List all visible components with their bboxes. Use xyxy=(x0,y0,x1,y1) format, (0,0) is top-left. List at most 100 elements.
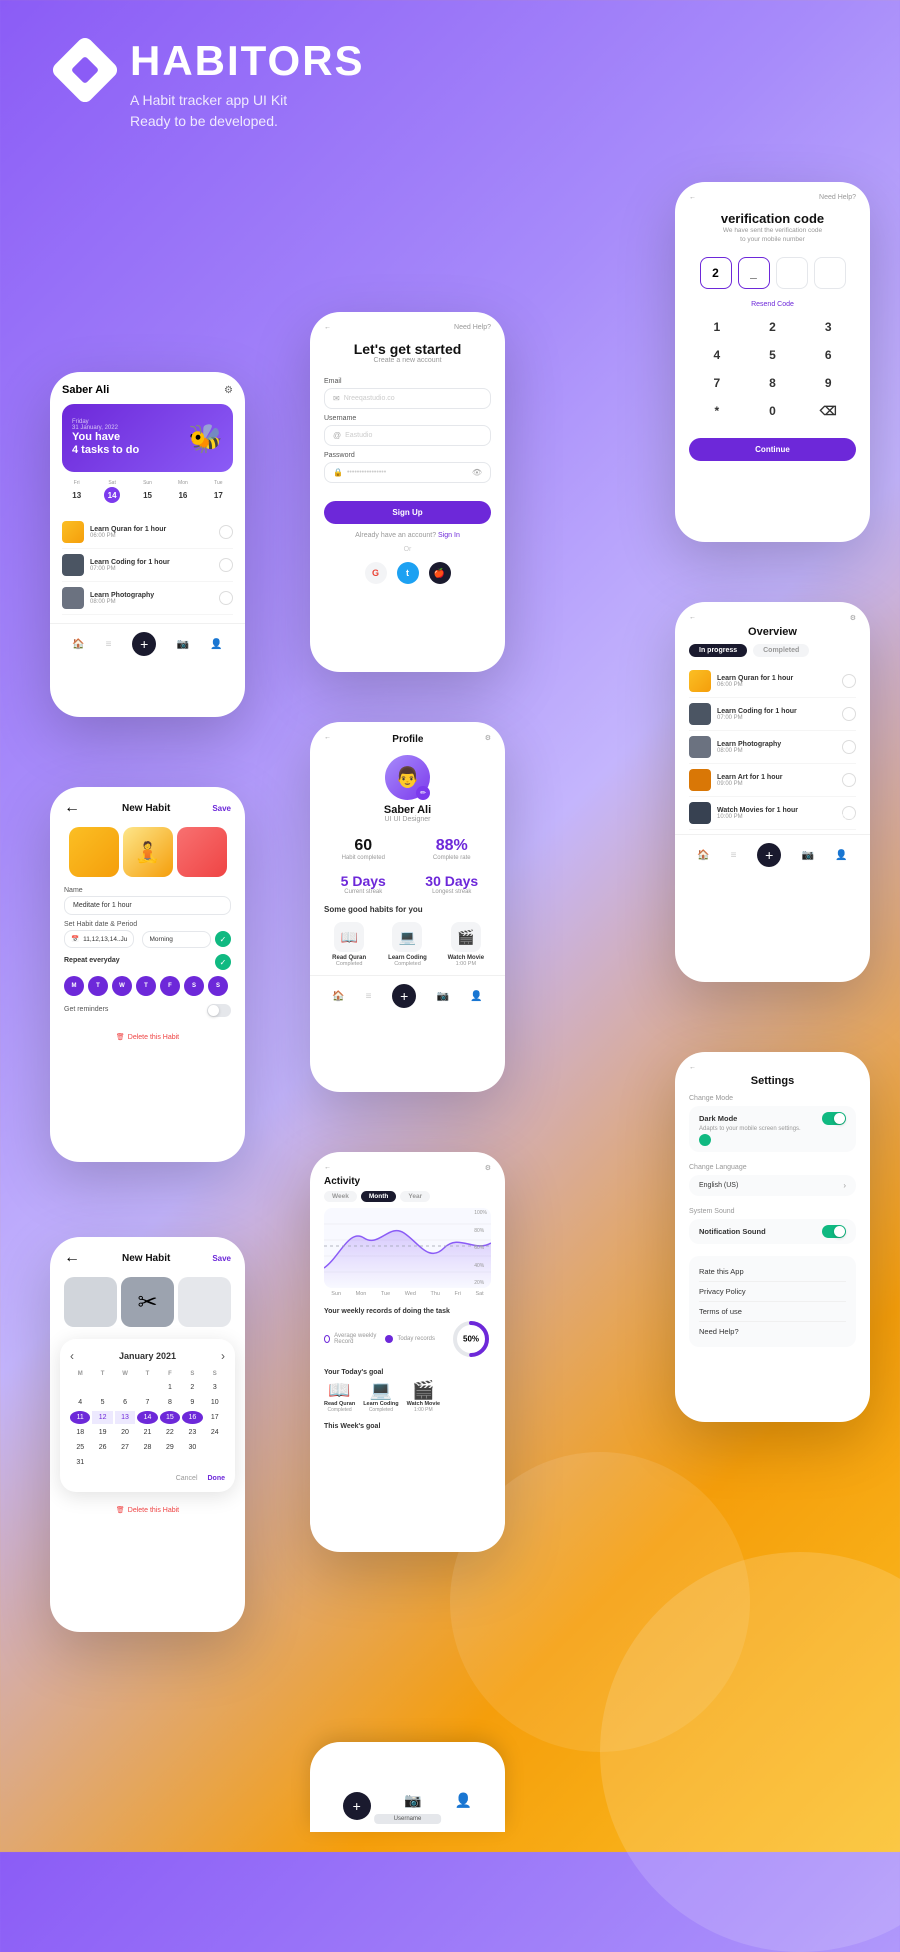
day-m[interactable]: M xyxy=(64,976,84,996)
apple-button[interactable]: 🍎 xyxy=(429,562,451,584)
reminders-toggle[interactable] xyxy=(207,1004,231,1017)
delete-habit-button[interactable]: 🗑 Delete this Habit xyxy=(50,1498,245,1518)
cal-day-27[interactable]: 27 xyxy=(115,1441,135,1454)
day-s2[interactable]: S xyxy=(208,976,228,996)
twitter-button[interactable]: t xyxy=(397,562,419,584)
continue-button[interactable]: Continue xyxy=(689,438,856,461)
dark-mode-toggle[interactable] xyxy=(822,1112,846,1125)
cal-day-20[interactable]: 20 xyxy=(115,1426,135,1439)
signup-button[interactable]: Sign Up xyxy=(324,501,491,524)
cal-day-mon[interactable]: Mon 16 xyxy=(168,480,197,504)
cal-day-5[interactable]: 5 xyxy=(92,1396,112,1409)
cal-day-17[interactable]: 17 xyxy=(205,1411,225,1424)
ov-checkbox[interactable] xyxy=(842,707,856,721)
task-checkbox[interactable] xyxy=(219,525,233,539)
numpad-2[interactable]: 2 xyxy=(745,316,801,338)
task-checkbox[interactable] xyxy=(219,591,233,605)
back-icon[interactable]: ← xyxy=(324,324,331,331)
ov-task-item[interactable]: Learn Coding for 1 hour 07:00 PM xyxy=(689,698,856,731)
done-button[interactable]: Done xyxy=(208,1475,226,1482)
tab-week[interactable]: Week xyxy=(324,1191,357,1202)
cal-day-tue[interactable]: Tue 17 xyxy=(204,480,233,504)
nav-profile-icon[interactable]: 👤 xyxy=(835,850,847,861)
code-box-4[interactable] xyxy=(814,257,846,289)
habit-card-movie[interactable]: 🎬 Watch Movie 1:00 PM xyxy=(441,922,491,967)
settings-icon[interactable]: ⚙ xyxy=(850,614,856,622)
date-input[interactable]: 📅 11,12,13,14..Ju xyxy=(64,930,134,948)
task-item[interactable]: Learn Quran for 1 hour 06:00 PM xyxy=(62,516,233,549)
cal-day-15[interactable]: 15 xyxy=(160,1411,180,1424)
tab-year[interactable]: Year xyxy=(400,1191,430,1202)
save-button[interactable]: Save xyxy=(212,1254,231,1263)
day-s[interactable]: S xyxy=(184,976,204,996)
cal-day-19[interactable]: 19 xyxy=(92,1426,112,1439)
numpad-1[interactable]: 1 xyxy=(689,316,745,338)
rate-app-link[interactable]: Rate this App xyxy=(699,1262,846,1282)
cal-next-button[interactable]: › xyxy=(221,1349,225,1363)
cal-day-3[interactable]: 3 xyxy=(205,1381,225,1394)
cal-day-9[interactable]: 9 xyxy=(182,1396,202,1409)
cal-day-8[interactable]: 8 xyxy=(160,1396,180,1409)
tg-quran[interactable]: 📖 Read Quran Completed xyxy=(324,1380,355,1413)
nav-list-icon[interactable]: ≡ xyxy=(366,991,372,1002)
nav-add-button[interactable]: + xyxy=(392,984,416,1008)
tg-movie[interactable]: 🎬 Watch Movie 1:00 PM xyxy=(407,1380,440,1413)
cal-day-28[interactable]: 28 xyxy=(137,1441,157,1454)
nav-photo-icon[interactable]: 📷 xyxy=(177,639,189,650)
cal-day-25[interactable]: 25 xyxy=(70,1441,90,1454)
cal-day-2[interactable]: 2 xyxy=(182,1381,202,1394)
nav-list-icon[interactable]: ≡ xyxy=(731,850,737,861)
nav-photo-icon[interactable]: 📷 xyxy=(802,850,814,861)
back-icon[interactable]: ← xyxy=(324,734,331,745)
day-w[interactable]: W xyxy=(112,976,132,996)
numpad-3[interactable]: 3 xyxy=(800,316,856,338)
nav-list-icon[interactable]: ≡ xyxy=(106,639,112,650)
cal-day-1[interactable]: 1 xyxy=(160,1381,180,1394)
settings-icon[interactable]: ⚙ xyxy=(485,734,491,745)
numpad-0[interactable]: 0 xyxy=(745,400,801,422)
cal-day-4[interactable]: 4 xyxy=(70,1396,90,1409)
task-checkbox[interactable] xyxy=(219,558,233,572)
code-box-3[interactable] xyxy=(776,257,808,289)
notification-toggle[interactable] xyxy=(822,1225,846,1238)
cal-day-24[interactable]: 24 xyxy=(205,1426,225,1439)
day-t[interactable]: T xyxy=(88,976,108,996)
cal-day-7[interactable]: 7 xyxy=(137,1396,157,1409)
cal-day-13[interactable]: 13 xyxy=(115,1411,135,1424)
ov-task-item[interactable]: Learn Photography 08:00 PM xyxy=(689,731,856,764)
code-box-2[interactable]: _ xyxy=(738,257,770,289)
privacy-link[interactable]: Privacy Policy xyxy=(699,1282,846,1302)
tab-completed[interactable]: Completed xyxy=(753,644,809,657)
back-icon[interactable]: ← xyxy=(64,799,80,817)
help-link[interactable]: Need Help? xyxy=(699,1322,846,1341)
avatar-edit-button[interactable]: ✏ xyxy=(416,786,430,800)
nav-home-icon[interactable]: 🏠 xyxy=(332,991,344,1002)
tab-inprogress[interactable]: In progress xyxy=(689,644,747,657)
email-input[interactable]: ✉ Nreeqastudio.co xyxy=(324,388,491,409)
task-item[interactable]: Learn Photography 08:00 PM xyxy=(62,582,233,615)
task-item[interactable]: Learn Coding for 1 hour 07:00 PM xyxy=(62,549,233,582)
nav-add-button[interactable]: + xyxy=(757,843,781,867)
ov-checkbox[interactable] xyxy=(842,773,856,787)
numpad-backspace[interactable]: ⌫ xyxy=(800,400,856,422)
need-help-link[interactable]: Need Help? xyxy=(454,324,491,331)
tab-month[interactable]: Month xyxy=(361,1191,397,1202)
nav-add-button[interactable]: + xyxy=(132,632,156,656)
nav-home-icon[interactable]: 🏠 xyxy=(697,850,709,861)
name-input[interactable]: Meditate for 1 hour xyxy=(64,896,231,915)
numpad-8[interactable]: 8 xyxy=(745,372,801,394)
back-icon[interactable]: ← xyxy=(324,1164,331,1172)
signin-action[interactable]: Sign In xyxy=(438,532,460,539)
day-t2[interactable]: T xyxy=(136,976,156,996)
google-button[interactable]: G xyxy=(365,562,387,584)
cal-day-sun[interactable]: Sun 15 xyxy=(133,480,162,504)
cal-day-26[interactable]: 26 xyxy=(92,1441,112,1454)
habit-card-quran[interactable]: 📖 Read Quran Completed xyxy=(324,922,374,967)
numpad-4[interactable]: 4 xyxy=(689,344,745,366)
cal-day-29[interactable]: 29 xyxy=(160,1441,180,1454)
back-icon[interactable]: ← xyxy=(64,1249,80,1267)
cancel-button[interactable]: Cancel xyxy=(176,1475,198,1482)
tg-coding[interactable]: 💻 Learn Coding Completed xyxy=(363,1380,398,1413)
ov-task-item[interactable]: Learn Quran for 1 hour 06:00 PM xyxy=(689,665,856,698)
delete-button[interactable]: 🗑 Delete this Habit xyxy=(50,1029,245,1045)
